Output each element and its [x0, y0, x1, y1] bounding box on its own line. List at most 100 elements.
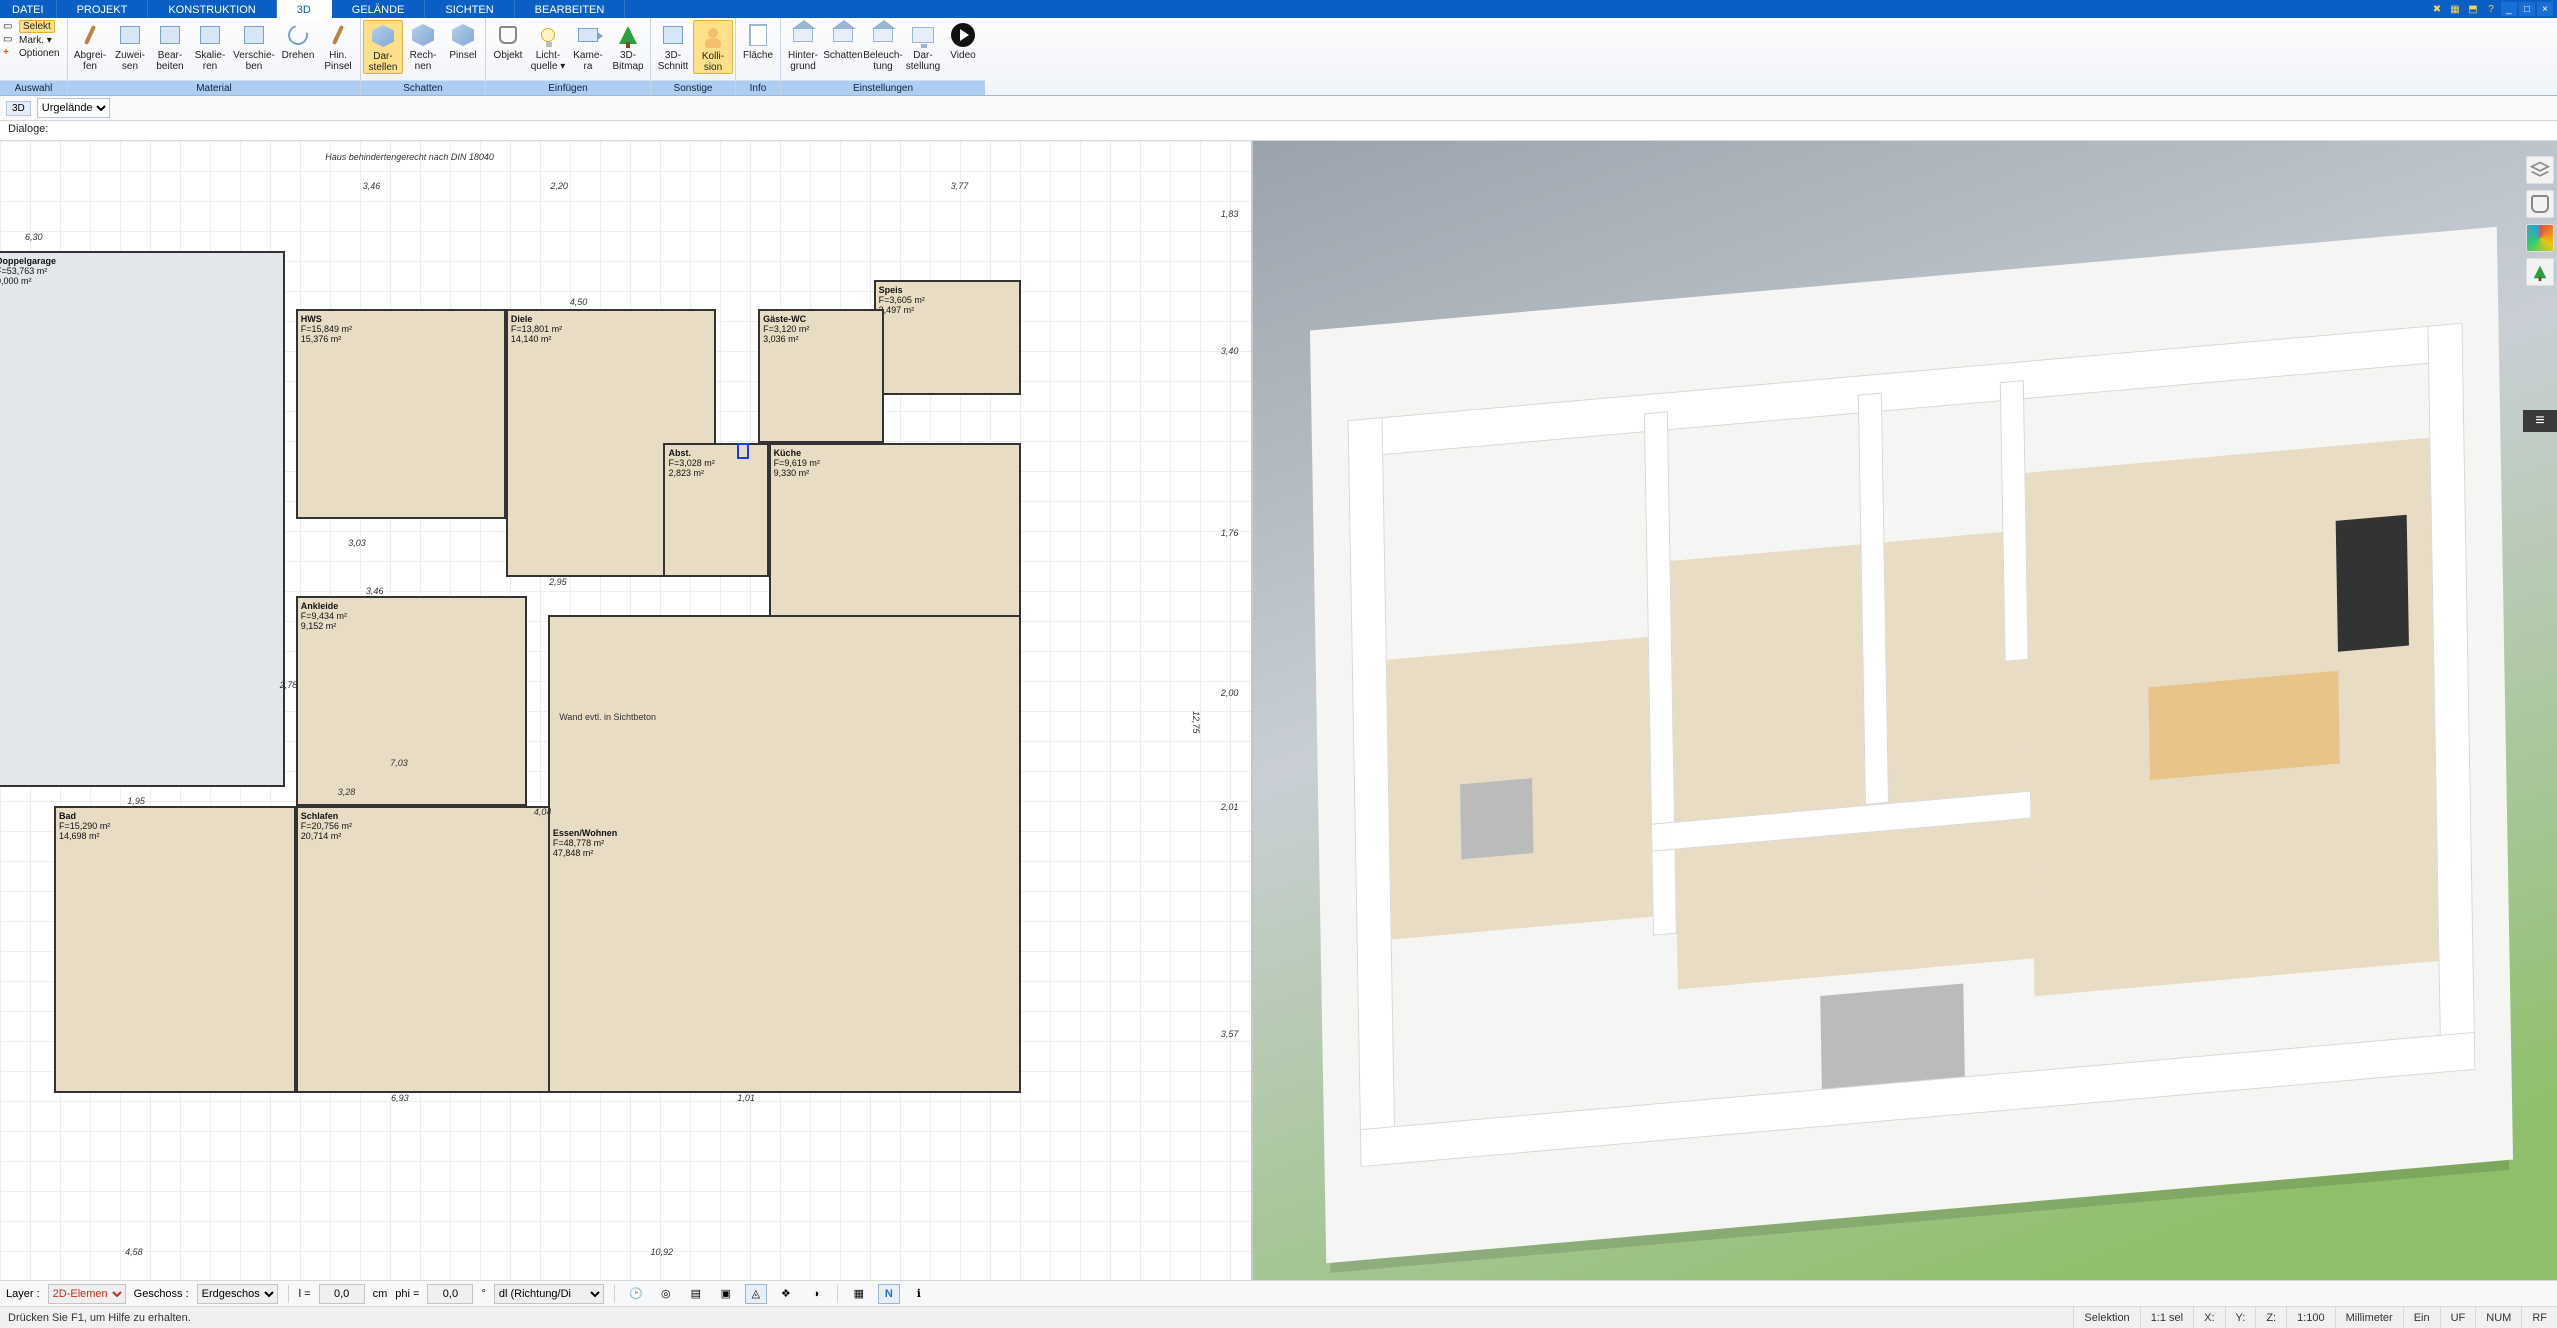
- rstrip-furniture[interactable]: [2526, 190, 2554, 218]
- ribbon-section-einstellungen: Einstellungen: [781, 80, 985, 95]
- phi-label: phi =: [395, 1288, 419, 1300]
- obj-tv: [2335, 515, 2408, 652]
- ribbon-optionen[interactable]: Optionen: [19, 48, 60, 59]
- dim: 6,30: [25, 232, 43, 242]
- titlebar-tool2-icon[interactable]: ▦: [2447, 2, 2463, 16]
- ribbon-lichtquelle[interactable]: Licht-quelle ▾: [528, 20, 568, 72]
- menu-tab-konstruktion[interactable]: KONSTRUKTION: [148, 0, 276, 18]
- menu-tab-projekt[interactable]: PROJEKT: [57, 0, 149, 18]
- ribbon-zuweisen[interactable]: Zuwei-sen: [110, 20, 150, 72]
- ribbon-3dbitmap[interactable]: 3D-Bitmap: [608, 20, 648, 72]
- ribbon-drehen[interactable]: Drehen: [278, 20, 318, 61]
- phi-input[interactable]: [427, 1284, 473, 1304]
- dialoge-bar: Dialoge:: [0, 121, 2557, 141]
- viewport-2d[interactable]: Haus behindertengerecht nach DIN 18040 3…: [0, 141, 1253, 1280]
- dim: 12,75: [1191, 711, 1201, 734]
- bulb-icon: [541, 28, 555, 42]
- titlebar-help-icon[interactable]: ?: [2483, 2, 2499, 16]
- status-num: NUM: [2475, 1307, 2521, 1328]
- ribbon-schattenE[interactable]: Schatten: [823, 20, 863, 61]
- box-icon: [120, 26, 140, 44]
- ribbon-flaeche[interactable]: Fläche: [738, 20, 778, 61]
- ribbon-verschieben[interactable]: Verschie-ben: [230, 20, 278, 72]
- mark-icon: ▭: [3, 34, 17, 46]
- rstrip-colors[interactable]: [2526, 224, 2554, 252]
- l-unit: cm: [373, 1288, 388, 1300]
- dim: 1,83: [1221, 209, 1239, 219]
- rstrip-tree[interactable]: [2526, 258, 2554, 286]
- ribbon-darstellung[interactable]: Dar-stellung: [903, 20, 943, 72]
- ribbon-bearbeiten[interactable]: Bear-beiten: [150, 20, 190, 72]
- dim: 2,01: [1221, 802, 1239, 812]
- room-essenwohnen: Essen/Wohnen F=48,778 m²47,848 m² Wand e…: [548, 615, 1021, 1093]
- obj-chair: [1461, 778, 1533, 859]
- menu-tab-datei[interactable]: DATEI: [0, 0, 57, 18]
- window-minimize-button[interactable]: _: [2501, 2, 2517, 16]
- layer-select[interactable]: 2D-Elemen: [48, 1284, 126, 1304]
- ribbon-pinsel[interactable]: Pinsel: [443, 20, 483, 61]
- status-unit: Millimeter: [2335, 1307, 2403, 1328]
- bot-cube-icon[interactable]: ▣: [715, 1284, 737, 1304]
- menu-tab-3d[interactable]: 3D: [277, 0, 332, 18]
- cube3-icon: [452, 24, 474, 46]
- ribbon-rechnen[interactable]: Rech-nen: [403, 20, 443, 72]
- dim: 3,46: [363, 181, 381, 191]
- status-help: Drücken Sie F1, um Hilfe zu erhalten.: [0, 1312, 191, 1324]
- ribbon-hintergrund[interactable]: Hinter-grund: [783, 20, 823, 72]
- window-maximize-button[interactable]: □: [2519, 2, 2535, 16]
- window-close-button[interactable]: ×: [2537, 2, 2553, 16]
- ribbon-video[interactable]: Video: [943, 20, 983, 61]
- ribbon-hinpinsel[interactable]: Hin.Pinsel: [318, 20, 358, 72]
- ribbon-abgreifen[interactable]: Abgrei-fen: [70, 20, 110, 72]
- rstrip-layers[interactable]: [2526, 156, 2554, 184]
- rotate-icon: [284, 21, 311, 48]
- menu-tab-bearbeiten[interactable]: BEARBEITEN: [515, 0, 626, 18]
- person-icon: [708, 28, 718, 38]
- ribbon-skalieren[interactable]: Skalie-ren: [190, 20, 230, 72]
- menu-tab-gelaende[interactable]: GELÄNDE: [332, 0, 426, 18]
- bot-stack-icon[interactable]: ▤: [685, 1284, 707, 1304]
- ribbon-objekt[interactable]: Objekt: [488, 20, 528, 61]
- menu-tab-sichten[interactable]: SICHTEN: [425, 0, 514, 18]
- ribbon-beleuchtung[interactable]: Beleuch-tung: [863, 20, 903, 72]
- play-icon: [951, 23, 975, 47]
- titlebar-tool3-icon[interactable]: ⬒: [2465, 2, 2481, 16]
- obj-bed: [1821, 983, 1965, 1089]
- brush2-icon: [332, 25, 344, 45]
- subbar-mode-3d[interactable]: 3D: [6, 101, 31, 116]
- ribbon-section-schatten: Schatten: [361, 80, 485, 95]
- move-icon: [244, 26, 264, 44]
- sheet-icon: [749, 24, 767, 46]
- ribbon-selekt[interactable]: Selekt: [19, 20, 55, 33]
- tree-icon: [619, 26, 637, 44]
- room-doppelgarage: Doppelgarage F=53,763 m²0,000 m²: [0, 251, 285, 787]
- dl-select[interactable]: dl (Richtung/Di: [494, 1284, 604, 1304]
- bot-target-icon[interactable]: ◎: [655, 1284, 677, 1304]
- ribbon-kollision[interactable]: Kolli-sion: [693, 20, 733, 74]
- plus-icon: +: [3, 47, 17, 59]
- ribbon-section-info: Info: [736, 80, 780, 95]
- dim: 4,58: [125, 1247, 143, 1257]
- obj-table: [2148, 670, 2339, 780]
- bot-surface-icon[interactable]: ◬: [745, 1284, 767, 1304]
- brush-icon: [84, 25, 96, 45]
- viewport-3d[interactable]: [1253, 141, 2557, 1280]
- status-scale: 1:100: [2286, 1307, 2335, 1328]
- bot-layers2-icon[interactable]: ❖: [775, 1284, 797, 1304]
- titlebar-tool-icon[interactable]: ✖: [2429, 2, 2445, 16]
- ribbon-darstellen[interactable]: Dar-stellen: [363, 20, 403, 74]
- geschoss-select[interactable]: Erdgeschos: [197, 1284, 278, 1304]
- ribbon-3dschnitt[interactable]: 3D-Schnitt: [653, 20, 693, 72]
- ribbon-mark[interactable]: Mark. ▾: [19, 35, 52, 46]
- rstrip-expand-handle[interactable]: ≡: [2523, 410, 2557, 432]
- bot-n-icon[interactable]: N: [878, 1284, 900, 1304]
- camera-icon: [578, 28, 598, 42]
- l-input[interactable]: [319, 1284, 365, 1304]
- bot-info-icon[interactable]: ℹ: [908, 1284, 930, 1304]
- dim: 2,20: [550, 181, 568, 191]
- bot-clock-icon[interactable]: 🕑: [625, 1284, 647, 1304]
- ribbon-kamera[interactable]: Kame-ra: [568, 20, 608, 72]
- subbar-urgelaende-select[interactable]: Urgelände: [37, 98, 110, 118]
- bot-grid-icon[interactable]: ▦: [848, 1284, 870, 1304]
- bot-globe-icon[interactable]: ◑: [805, 1284, 827, 1304]
